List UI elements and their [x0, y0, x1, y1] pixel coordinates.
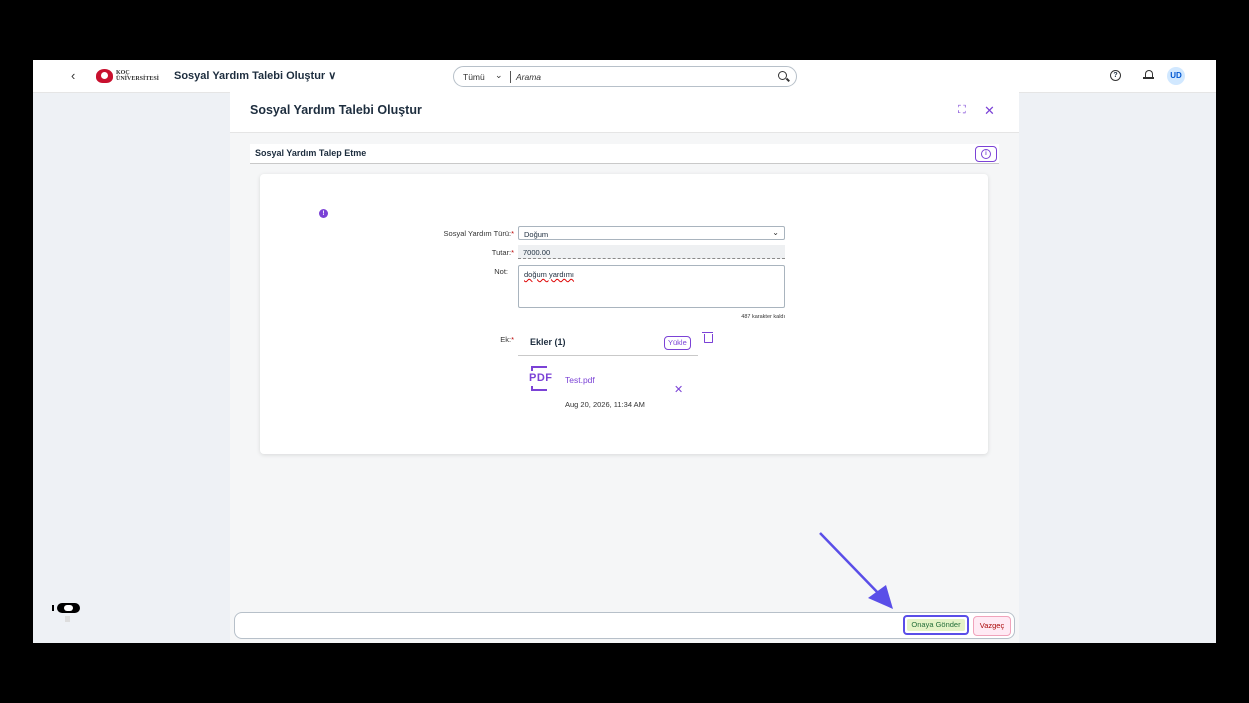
pointer-arrow-annotation	[819, 532, 893, 609]
arrow-head	[868, 585, 893, 609]
arrow-shaft	[819, 532, 882, 597]
